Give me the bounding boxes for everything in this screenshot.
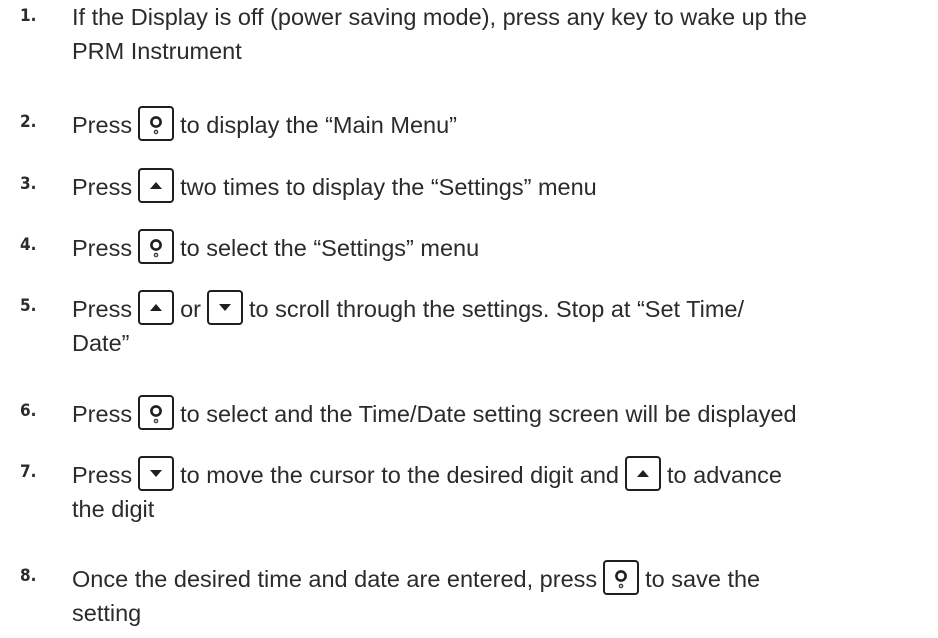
step-text: If the Display is off (power saving mode… bbox=[72, 4, 807, 30]
step-text-continued: the digit bbox=[72, 496, 155, 523]
enter-key-icon bbox=[138, 395, 175, 431]
step-text: to select and the Time/Date setting scre… bbox=[180, 400, 797, 427]
enter-key-icon bbox=[138, 106, 175, 142]
down-arrow-key-icon bbox=[206, 290, 243, 326]
step-text: Press bbox=[72, 400, 133, 427]
step-number: 3. bbox=[20, 174, 37, 194]
step-number: 7. bbox=[20, 462, 37, 482]
step-text: to scroll through the settings. Stop at … bbox=[248, 295, 745, 322]
up-arrow-key-icon bbox=[625, 456, 661, 492]
step-number: 8. bbox=[20, 566, 37, 586]
enter-key-icon bbox=[138, 229, 175, 265]
step-text: Press bbox=[72, 461, 133, 488]
step-text-continued: Date” bbox=[72, 330, 130, 357]
step-text: to select the “Settings” menu bbox=[180, 234, 480, 261]
up-arrow-key-icon bbox=[138, 168, 175, 204]
step-number: 2. bbox=[20, 112, 37, 132]
up-arrow-key-icon bbox=[138, 290, 175, 326]
step-text: two times to display the “Settings” menu bbox=[180, 173, 597, 200]
step-text: to advance bbox=[667, 461, 782, 488]
step-number: 1. bbox=[20, 6, 37, 26]
step-text: or bbox=[180, 295, 201, 322]
step-text: Press bbox=[72, 295, 133, 322]
step-number: 5. bbox=[20, 296, 37, 316]
step-text-continued: PRM Instrument bbox=[72, 38, 242, 64]
step-number: 4. bbox=[20, 235, 37, 255]
step-text: Press bbox=[72, 111, 133, 138]
step-text: to display the “Main Menu” bbox=[180, 111, 457, 138]
step-text-continued: setting bbox=[72, 600, 142, 627]
enter-key-icon bbox=[603, 560, 640, 596]
step-text: Once the desired time and date are enter… bbox=[72, 565, 598, 592]
down-arrow-key-icon bbox=[138, 456, 175, 492]
step-number: 6. bbox=[20, 401, 37, 421]
step-text: Press bbox=[72, 234, 133, 261]
step-text: Press bbox=[72, 173, 133, 200]
step-text: to move the cursor to the desired digit … bbox=[180, 461, 619, 488]
step-text: to save the bbox=[645, 565, 761, 592]
